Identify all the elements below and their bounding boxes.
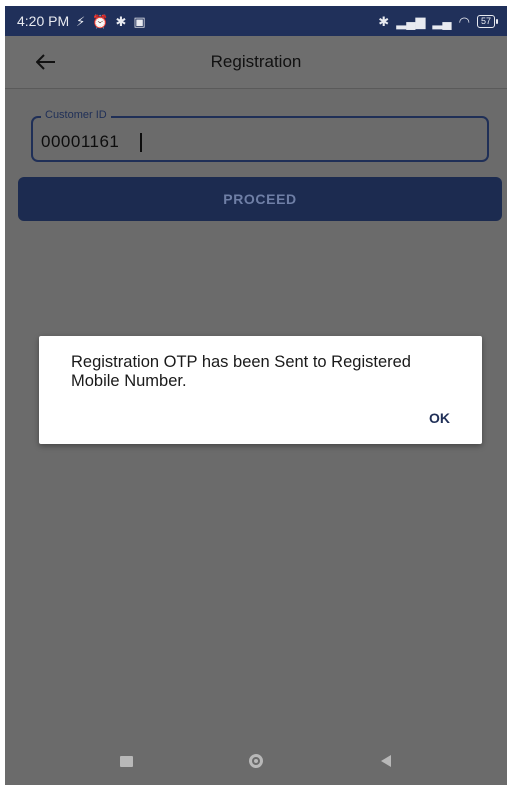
otp-dialog: Registration OTP has been Sent to Regist… (39, 336, 482, 444)
customer-id-field[interactable]: Customer ID (31, 109, 489, 162)
arrow-left-icon (36, 54, 55, 70)
dialog-message: Registration OTP has been Sent to Regist… (71, 353, 411, 390)
status-bar-right: ✱ ▂▄▆ ▂▄ ◠ 57 (378, 13, 499, 29)
customer-id-input[interactable] (33, 118, 487, 160)
app-bar: Registration (5, 36, 507, 89)
nav-back-button[interactable] (366, 746, 406, 776)
ok-button[interactable]: OK (423, 408, 456, 428)
screen: 4:20 PM ⚡ ⏰ ✱ ▣ ✱ ▂▄▆ ▂▄ ◠ 57 Registrati… (5, 6, 507, 785)
recents-icon (119, 755, 133, 767)
navigation-bar (5, 737, 507, 785)
alarm-icon: ⏰ (92, 13, 109, 29)
battery-icon: 57 (476, 14, 499, 28)
notification-icon: ✱ (115, 13, 127, 29)
text-cursor (140, 133, 142, 152)
wifi-icon: ◠ (458, 13, 470, 29)
data-saver-icon: ⚡ (76, 13, 86, 29)
page-title: Registration (210, 52, 302, 71)
status-time: 4:20 PM (17, 13, 70, 29)
recents-button[interactable] (106, 746, 146, 776)
triangle-back-icon (381, 755, 391, 767)
signal-2-icon: ▂▄ (432, 13, 452, 29)
status-bar-left: 4:20 PM ⚡ ⏰ ✱ ▣ (17, 13, 146, 29)
back-button[interactable] (23, 36, 69, 88)
signal-icon: ▂▄▆ (396, 13, 426, 29)
home-icon (249, 754, 263, 768)
app-notification-icon: ▣ (133, 13, 146, 29)
proceed-button[interactable]: PROCEED (18, 177, 502, 221)
status-bar: 4:20 PM ⚡ ⏰ ✱ ▣ ✱ ▂▄▆ ▂▄ ◠ 57 (5, 6, 507, 36)
home-button[interactable] (236, 746, 276, 776)
bluetooth-icon: ✱ (378, 13, 390, 29)
